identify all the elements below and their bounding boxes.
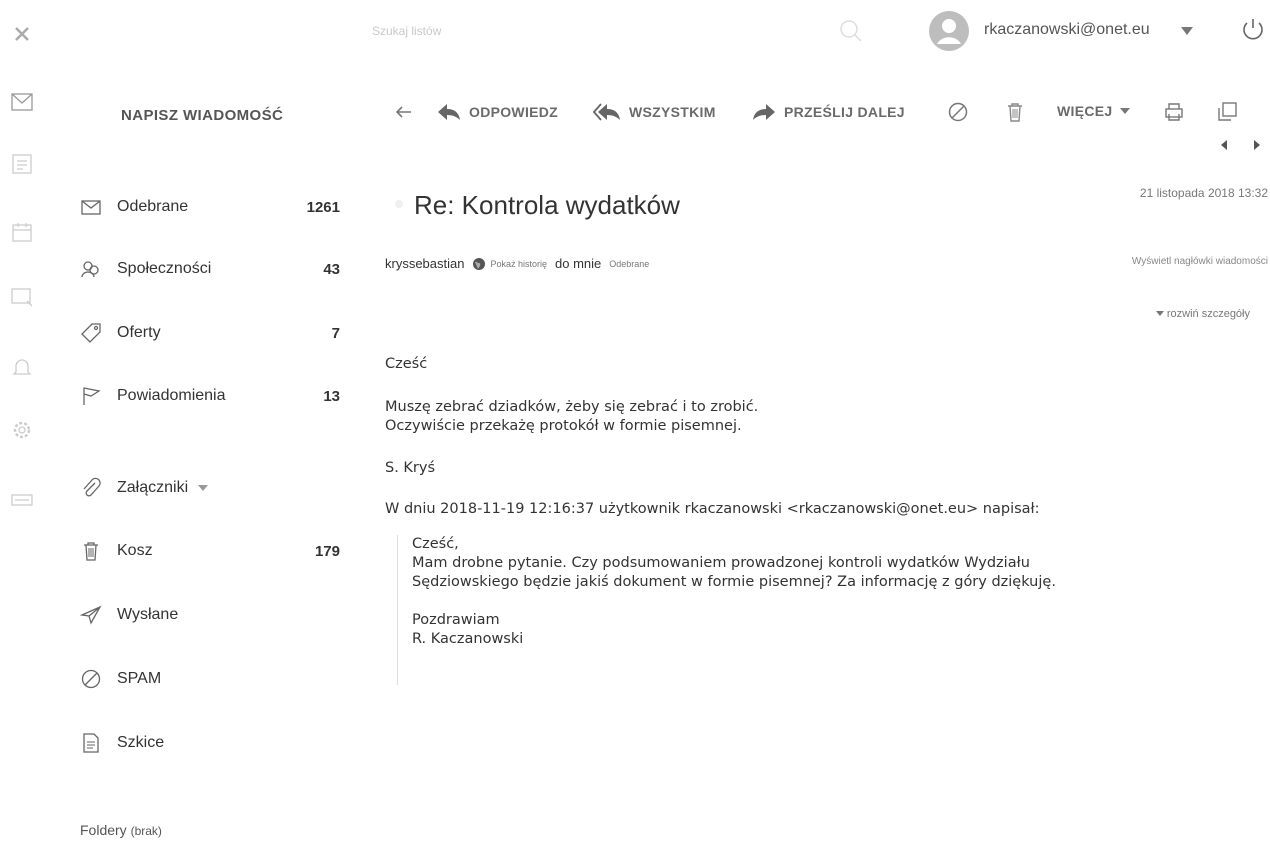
folder-label: Odebrane xyxy=(117,198,189,215)
expand-details-link[interactable]: rozwiń szczegóły xyxy=(1155,308,1250,320)
trash-icon[interactable] xyxy=(1004,101,1026,123)
chevron-down-icon xyxy=(1155,311,1164,317)
envelope-icon xyxy=(80,196,102,218)
new-window-icon[interactable] xyxy=(1216,101,1238,123)
reply-all-label: WSZYSTKIM xyxy=(629,104,716,120)
reply-icon xyxy=(437,103,461,121)
trash-icon xyxy=(80,540,102,562)
next-message-icon[interactable] xyxy=(1252,139,1262,151)
body-signature: S. Kryś xyxy=(385,460,436,476)
expand-details-label: rozwiń szczegóły xyxy=(1166,308,1250,320)
folder-zalaczniki[interactable]: Załączniki xyxy=(80,473,340,503)
folder-count: 13 xyxy=(323,387,340,405)
folder-spolecznosci[interactable]: Społeczności 43 xyxy=(80,254,340,284)
folder-label: Szkice xyxy=(117,734,165,751)
folder-odebrane[interactable]: Odebrane 1261 xyxy=(80,192,340,222)
folder-tag[interactable]: Odebrane xyxy=(609,259,649,269)
folder-powiadomienia[interactable]: Powiadomienia 13 xyxy=(80,381,340,411)
chevron-down-icon[interactable] xyxy=(198,484,209,492)
compose-button[interactable]: NAPISZ WIADOMOŚĆ xyxy=(121,107,283,124)
show-history-link[interactable]: Pokaż historię xyxy=(490,259,547,269)
news-icon[interactable] xyxy=(10,285,34,309)
spam-block-icon[interactable] xyxy=(947,101,969,123)
prev-message-icon[interactable] xyxy=(1219,139,1229,151)
body-line-1: Muszę zebrać dziadków, żeby się zebrać i… xyxy=(385,399,759,415)
forward-label: PRZEŚLIJ DALEJ xyxy=(784,104,905,120)
sender-row: kryssebastian Pokaż historię do mnie Ode… xyxy=(385,256,649,271)
more-label: WIĘCEJ xyxy=(1057,103,1113,119)
draft-icon xyxy=(80,732,102,754)
sender-name[interactable]: kryssebastian xyxy=(385,256,464,271)
search-icon[interactable] xyxy=(838,18,864,44)
storage-icon[interactable] xyxy=(10,488,34,512)
quote-spacer xyxy=(412,592,1217,611)
folders-note: (brak) xyxy=(130,824,162,838)
mail-icon[interactable] xyxy=(10,90,34,114)
folder-label: Kosz xyxy=(117,542,153,559)
folder-spam[interactable]: SPAM xyxy=(80,664,340,694)
folder-label: Wysłane xyxy=(117,606,179,623)
print-icon[interactable] xyxy=(1163,101,1185,123)
message-date: 21 listopada 2018 13:32 xyxy=(1139,186,1268,200)
folder-oferty[interactable]: Oferty 7 xyxy=(80,318,340,348)
folder-label: SPAM xyxy=(117,670,162,687)
folders-section[interactable]: Foldery (brak) xyxy=(80,822,162,838)
folders-title: Foldery xyxy=(80,822,127,838)
forward-icon xyxy=(752,103,776,121)
account-email[interactable]: rkaczanowski@onet.eu xyxy=(984,21,1150,39)
quote-header: W dniu 2018-11-19 12:16:37 użytkownik rk… xyxy=(385,501,1040,517)
forward-button[interactable]: PRZEŚLIJ DALEJ xyxy=(752,103,905,121)
quote-closing: Pozdrawiam xyxy=(412,612,500,628)
close-icon[interactable] xyxy=(10,22,34,46)
chevron-down-icon xyxy=(1120,107,1131,115)
flag-icon xyxy=(80,385,102,407)
paperclip-icon xyxy=(80,477,102,499)
send-icon xyxy=(80,604,102,626)
quote-greeting: Cześć, xyxy=(412,536,459,552)
chevron-down-icon[interactable] xyxy=(1180,26,1194,36)
quote-name: R. Kaczanowski xyxy=(412,631,524,647)
folder-count: 1261 xyxy=(306,198,340,216)
more-button[interactable]: WIĘCEJ xyxy=(1057,103,1131,119)
recipient: do mnie xyxy=(555,256,602,271)
avatar[interactable] xyxy=(928,10,970,52)
folder-count: 43 xyxy=(323,260,340,278)
folder-wyslane[interactable]: Wysłane xyxy=(80,600,340,630)
quote-line-2: Sędziowskiego będzie jakiś dokument w fo… xyxy=(412,574,1056,590)
contacts-icon[interactable] xyxy=(10,152,34,176)
settings-icon[interactable] xyxy=(10,418,34,442)
quoted-message: Cześć, Mam drobne pytanie. Czy podsumowa… xyxy=(397,535,1217,685)
reply-label: ODPOWIEDZ xyxy=(469,104,559,120)
folder-kosz[interactable]: Kosz 179 xyxy=(80,536,340,566)
search-input[interactable]: Szukaj listów xyxy=(372,24,622,38)
tag-icon xyxy=(80,322,102,344)
reply-button[interactable]: ODPOWIEDZ xyxy=(437,103,558,121)
body-greeting: Cześć xyxy=(385,356,428,372)
bell-icon[interactable] xyxy=(10,355,34,379)
reply-all-icon xyxy=(593,103,621,121)
folder-label: Powiadomienia xyxy=(117,387,226,404)
folder-count: 7 xyxy=(331,324,340,342)
folder-label: Społeczności xyxy=(117,260,212,277)
folder-label: Załączniki xyxy=(117,479,189,496)
unread-dot xyxy=(395,200,403,208)
people-icon xyxy=(80,258,102,280)
folder-label: Oferty xyxy=(117,324,161,341)
calendar-icon[interactable] xyxy=(10,220,34,244)
show-headers-link[interactable]: Wyświetl nagłówki wiadomości xyxy=(1132,256,1268,267)
folder-szkice[interactable]: Szkice xyxy=(80,728,340,758)
reply-all-button[interactable]: WSZYSTKIM xyxy=(593,103,716,121)
body-line-2: Oczywiście przekażę protokół w formie pi… xyxy=(385,418,742,434)
block-icon xyxy=(80,668,102,690)
globe-icon xyxy=(472,257,486,271)
message-subject: Re: Kontrola wydatków xyxy=(414,190,680,220)
quote-line-1: Mam drobne pytanie. Czy podsumowaniem pr… xyxy=(412,555,1030,571)
folder-count: 179 xyxy=(314,542,340,560)
back-icon[interactable] xyxy=(393,101,415,123)
power-icon[interactable] xyxy=(1240,16,1266,42)
